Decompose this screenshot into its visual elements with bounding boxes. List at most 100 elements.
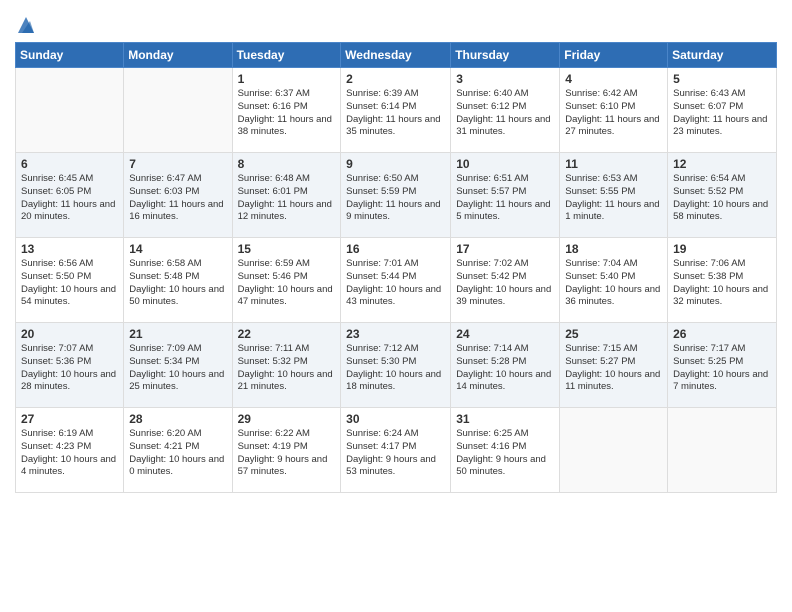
day-number: 7 [129,157,226,171]
logo-icon [16,15,36,37]
day-detail: Sunrise: 6:19 AM Sunset: 4:23 PM Dayligh… [21,428,118,479]
day-number: 25 [565,327,662,341]
col-header-monday: Monday [124,43,232,68]
calendar-cell: 30Sunrise: 6:24 AM Sunset: 4:17 PM Dayli… [341,408,451,493]
day-number: 13 [21,242,118,256]
day-number: 2 [346,72,445,86]
calendar-cell: 12 Sunrise: 6:54 AM Sunset: 5:52 PM Dayli… [668,153,777,238]
day-detail: Sunrise: 6:51 AM Sunset: 5:57 PM Dayligh… [456,173,554,224]
day-detail: Sunrise: 6:45 AM Sunset: 6:05 PM Dayligh… [21,173,118,224]
day-number: 26 [673,327,771,341]
calendar-cell: 7 Sunrise: 6:47 AM Sunset: 6:03 PM Daylig… [124,153,232,238]
col-header-wednesday: Wednesday [341,43,451,68]
calendar-cell: 25Sunrise: 7:15 AM Sunset: 5:27 PM Dayli… [560,323,668,408]
day-number: 15 [238,242,336,256]
col-header-thursday: Thursday [451,43,560,68]
day-detail: Sunrise: 6:54 AM Sunset: 5:52 PM Dayligh… [673,173,771,224]
day-number: 27 [21,412,118,426]
day-detail: Sunrise: 7:01 AM Sunset: 5:44 PM Dayligh… [346,258,445,309]
day-detail: Sunrise: 7:09 AM Sunset: 5:34 PM Dayligh… [129,343,226,394]
calendar-cell: 29 Sunrise: 6:22 AM Sunset: 4:19 PM Dayli… [232,408,341,493]
header [15,10,777,34]
day-detail: Sunrise: 7:12 AM Sunset: 5:30 PM Dayligh… [346,343,445,394]
calendar-cell: 24 Sunrise: 7:14 AM Sunset: 5:28 PM Dayli… [451,323,560,408]
logo-general [15,15,36,37]
day-number: 31 [456,412,554,426]
calendar-cell: 21 Sunrise: 7:09 AM Sunset: 5:34 PM Dayli… [124,323,232,408]
calendar-cell [124,68,232,153]
day-detail: Sunrise: 6:40 AM Sunset: 6:12 PM Dayligh… [456,88,554,139]
calendar-cell: 22 Sunrise: 7:11 AM Sunset: 5:32 PM Dayli… [232,323,341,408]
day-detail: Sunrise: 6:50 AM Sunset: 5:59 PM Dayligh… [346,173,445,224]
day-detail: Sunrise: 6:37 AM Sunset: 6:16 PM Dayligh… [238,88,336,139]
day-detail: Sunrise: 7:04 AM Sunset: 5:40 PM Dayligh… [565,258,662,309]
day-detail: Sunrise: 6:43 AM Sunset: 6:07 PM Dayligh… [673,88,771,139]
day-detail: Sunrise: 6:39 AM Sunset: 6:14 PM Dayligh… [346,88,445,139]
calendar-cell [16,68,124,153]
day-number: 10 [456,157,554,171]
calendar-cell: 26 Sunrise: 7:17 AM Sunset: 5:25 PM Dayli… [668,323,777,408]
day-number: 17 [456,242,554,256]
calendar-cell: 17Sunrise: 7:02 AM Sunset: 5:42 PM Dayli… [451,238,560,323]
day-number: 16 [346,242,445,256]
calendar-cell: 1 Sunrise: 6:37 AM Sunset: 6:16 PM Daylig… [232,68,341,153]
day-detail: Sunrise: 6:48 AM Sunset: 6:01 PM Dayligh… [238,173,336,224]
day-detail: Sunrise: 7:14 AM Sunset: 5:28 PM Dayligh… [456,343,554,394]
day-number: 8 [238,157,336,171]
day-number: 6 [21,157,118,171]
day-number: 22 [238,327,336,341]
day-number: 14 [129,242,226,256]
calendar-cell: 27 Sunrise: 6:19 AM Sunset: 4:23 PM Dayli… [16,408,124,493]
calendar-cell: 20Sunrise: 7:07 AM Sunset: 5:36 PM Dayli… [16,323,124,408]
col-header-tuesday: Tuesday [232,43,341,68]
day-number: 29 [238,412,336,426]
day-detail: Sunrise: 6:22 AM Sunset: 4:19 PM Dayligh… [238,428,336,479]
day-number: 21 [129,327,226,341]
calendar: SundayMondayTuesdayWednesdayThursdayFrid… [15,42,777,493]
col-header-sunday: Sunday [16,43,124,68]
day-detail: Sunrise: 6:59 AM Sunset: 5:46 PM Dayligh… [238,258,336,309]
col-header-saturday: Saturday [668,43,777,68]
calendar-cell: 14Sunrise: 6:58 AM Sunset: 5:48 PM Dayli… [124,238,232,323]
day-detail: Sunrise: 7:11 AM Sunset: 5:32 PM Dayligh… [238,343,336,394]
week-row: 27 Sunrise: 6:19 AM Sunset: 4:23 PM Dayli… [16,408,777,493]
day-detail: Sunrise: 6:53 AM Sunset: 5:55 PM Dayligh… [565,173,662,224]
day-detail: Sunrise: 6:25 AM Sunset: 4:16 PM Dayligh… [456,428,554,479]
day-number: 19 [673,242,771,256]
day-number: 1 [238,72,336,86]
day-detail: Sunrise: 7:06 AM Sunset: 5:38 PM Dayligh… [673,258,771,309]
calendar-cell: 11 Sunrise: 6:53 AM Sunset: 5:55 PM Dayli… [560,153,668,238]
day-number: 23 [346,327,445,341]
day-number: 11 [565,157,662,171]
day-number: 5 [673,72,771,86]
calendar-cell: 4 Sunrise: 6:42 AM Sunset: 6:10 PM Daylig… [560,68,668,153]
day-number: 28 [129,412,226,426]
day-detail: Sunrise: 6:56 AM Sunset: 5:50 PM Dayligh… [21,258,118,309]
calendar-cell: 19 Sunrise: 7:06 AM Sunset: 5:38 PM Dayli… [668,238,777,323]
day-number: 3 [456,72,554,86]
day-number: 9 [346,157,445,171]
week-row: 20Sunrise: 7:07 AM Sunset: 5:36 PM Dayli… [16,323,777,408]
logo [15,15,36,34]
day-number: 4 [565,72,662,86]
day-detail: Sunrise: 6:47 AM Sunset: 6:03 PM Dayligh… [129,173,226,224]
calendar-cell: 18Sunrise: 7:04 AM Sunset: 5:40 PM Dayli… [560,238,668,323]
header-row: SundayMondayTuesdayWednesdayThursdayFrid… [16,43,777,68]
calendar-cell: 15 Sunrise: 6:59 AM Sunset: 5:46 PM Dayli… [232,238,341,323]
day-detail: Sunrise: 6:42 AM Sunset: 6:10 PM Dayligh… [565,88,662,139]
col-header-friday: Friday [560,43,668,68]
week-row: 1 Sunrise: 6:37 AM Sunset: 6:16 PM Daylig… [16,68,777,153]
calendar-cell: 9 Sunrise: 6:50 AM Sunset: 5:59 PM Daylig… [341,153,451,238]
calendar-cell: 5 Sunrise: 6:43 AM Sunset: 6:07 PM Daylig… [668,68,777,153]
calendar-cell: 16 Sunrise: 7:01 AM Sunset: 5:44 PM Dayli… [341,238,451,323]
calendar-cell: 13 Sunrise: 6:56 AM Sunset: 5:50 PM Dayli… [16,238,124,323]
day-number: 12 [673,157,771,171]
day-detail: Sunrise: 6:20 AM Sunset: 4:21 PM Dayligh… [129,428,226,479]
calendar-cell: 28 Sunrise: 6:20 AM Sunset: 4:21 PM Dayli… [124,408,232,493]
page: SundayMondayTuesdayWednesdayThursdayFrid… [0,0,792,508]
calendar-cell: 10 Sunrise: 6:51 AM Sunset: 5:57 PM Dayli… [451,153,560,238]
day-number: 24 [456,327,554,341]
calendar-cell: 23 Sunrise: 7:12 AM Sunset: 5:30 PM Dayli… [341,323,451,408]
calendar-cell: 31 Sunrise: 6:25 AM Sunset: 4:16 PM Dayli… [451,408,560,493]
day-detail: Sunrise: 7:17 AM Sunset: 5:25 PM Dayligh… [673,343,771,394]
